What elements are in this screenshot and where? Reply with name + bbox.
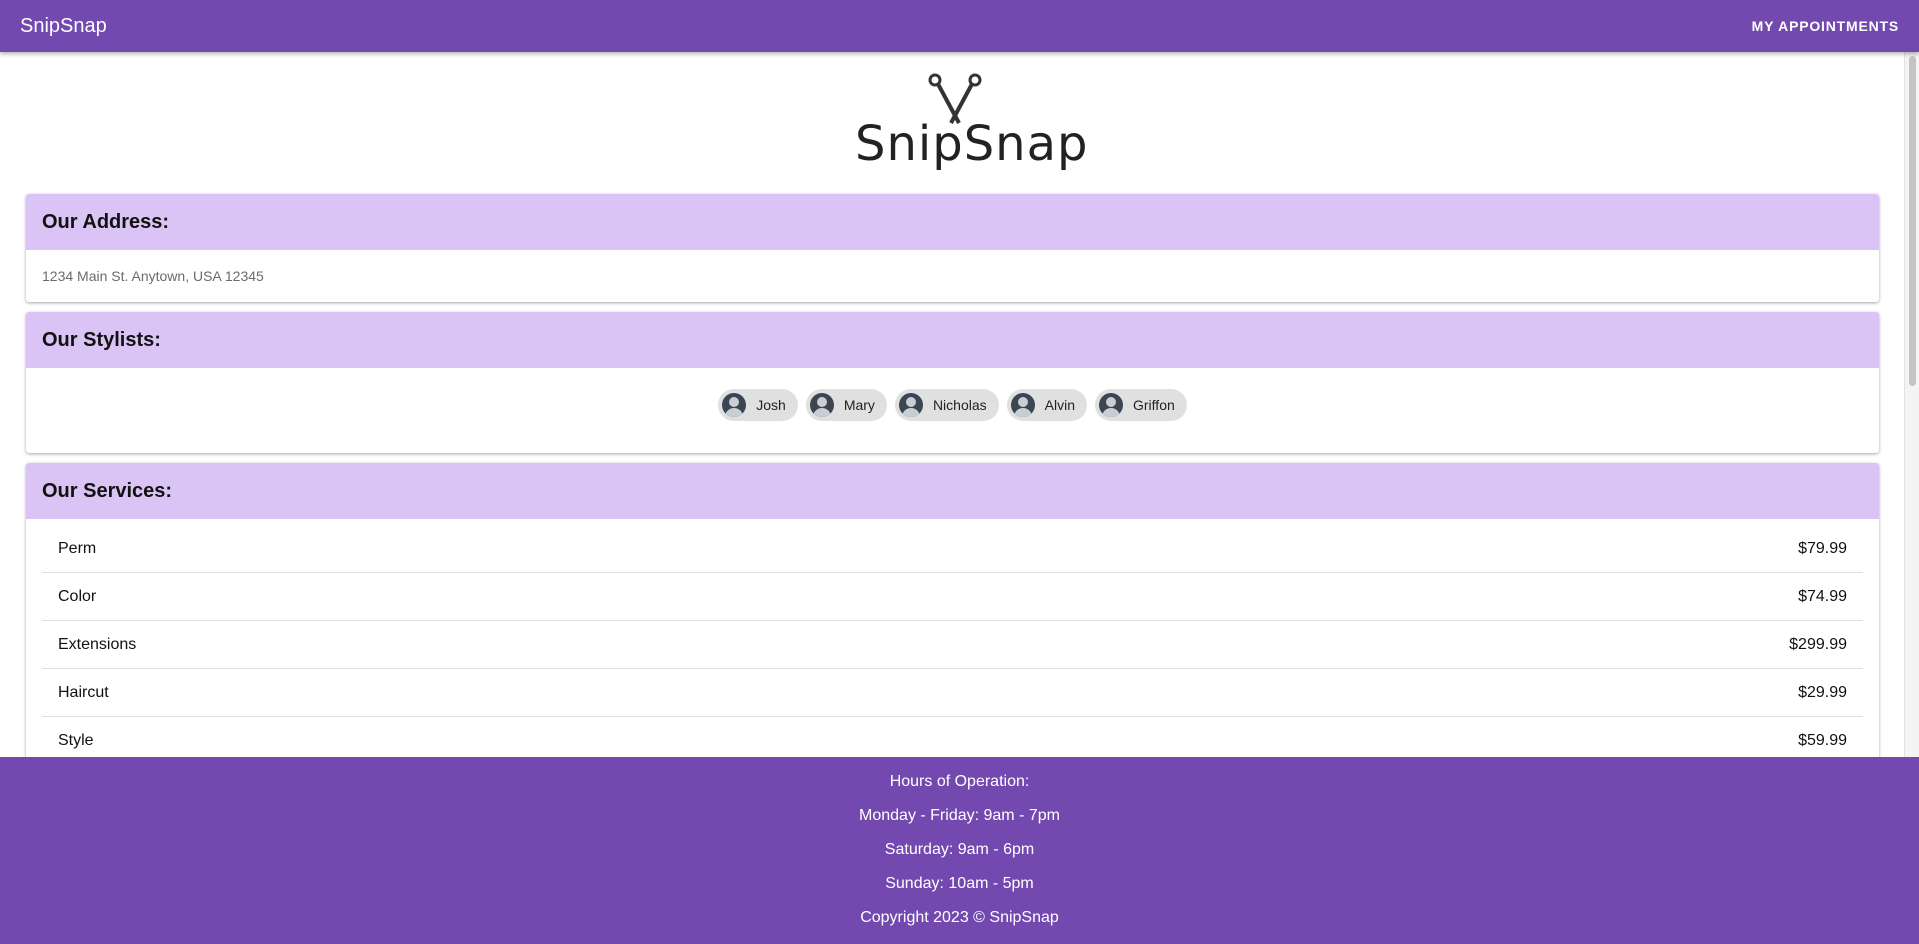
stylist-name: Alvin [1044, 397, 1075, 413]
hours-weekday: Monday - Friday: 9am - 7pm [859, 807, 1060, 824]
stylist-chip-josh[interactable]: Josh [718, 389, 798, 421]
service-row-style[interactable]: Style $59.99 [42, 717, 1863, 757]
my-appointments-button[interactable]: MY APPOINTMENTS [1752, 18, 1899, 34]
address-card: Our Address: 1234 Main St. Anytown, USA … [26, 194, 1879, 302]
brand-title[interactable]: SnipSnap [20, 15, 107, 38]
hours-title: Hours of Operation: [889, 773, 1030, 790]
services-card: Our Services: Perm $79.99 Color $74.99 E… [26, 463, 1879, 757]
address-text: 1234 Main St. Anytown, USA 12345 [42, 268, 264, 284]
stylist-chip-griffon[interactable]: Griffon [1095, 389, 1187, 421]
stylist-chip-list: Josh Mary Nicholas Alvin Griffon [26, 368, 1879, 453]
person-avatar-icon [1099, 393, 1123, 417]
person-avatar-icon [898, 393, 923, 417]
service-price: $79.99 [1798, 539, 1847, 557]
footer: Hours of Operation: Monday - Friday: 9am… [0, 757, 1919, 944]
stylist-chip-mary[interactable]: Mary [805, 389, 887, 421]
service-price: $59.99 [1798, 731, 1847, 749]
person-avatar-icon [722, 393, 747, 417]
stylists-card: Our Stylists: Josh Mary Nicholas Alvin G… [26, 312, 1879, 453]
stylist-name: Griffon [1133, 397, 1175, 413]
hours-saturday: Saturday: 9am - 6pm [884, 841, 1035, 858]
snipsnap-logo: SnipSnap [855, 68, 1089, 180]
stylists-title: Our Stylists: [26, 312, 1879, 368]
service-row-perm[interactable]: Perm $79.99 [42, 525, 1863, 573]
stylist-name: Josh [756, 397, 786, 413]
service-name: Perm [58, 539, 97, 557]
top-app-bar: SnipSnap MY APPOINTMENTS [0, 0, 1919, 52]
logo-wordmark: SnipSnap [855, 116, 1089, 172]
scrollbar-thumb[interactable] [1909, 56, 1916, 386]
service-name: Extensions [58, 635, 137, 653]
service-row-color[interactable]: Color $74.99 [42, 573, 1863, 621]
stylist-chip-alvin[interactable]: Alvin [1006, 389, 1087, 421]
person-avatar-icon [1010, 393, 1035, 417]
service-price: $29.99 [1798, 683, 1847, 701]
address-title: Our Address: [26, 194, 1879, 250]
stylist-name: Nicholas [932, 397, 987, 413]
services-title: Our Services: [26, 463, 1879, 519]
copyright: Copyright 2023 © SnipSnap [860, 909, 1059, 926]
page-scrollbar[interactable] [1904, 52, 1919, 757]
services-list: Perm $79.99 Color $74.99 Extensions $299… [26, 519, 1879, 757]
main-content: SnipSnap Our Address: 1234 Main St. Anyt… [0, 52, 1919, 757]
service-name: Color [58, 587, 97, 605]
hours-sunday: Sunday: 10am - 5pm [885, 875, 1034, 892]
service-price: $299.99 [1789, 635, 1847, 653]
service-row-haircut[interactable]: Haircut $29.99 [42, 669, 1863, 717]
stylist-chip-nicholas[interactable]: Nicholas [894, 389, 999, 421]
service-name: Haircut [58, 683, 109, 701]
service-row-extensions[interactable]: Extensions $299.99 [42, 621, 1863, 669]
service-price: $74.99 [1798, 587, 1847, 605]
stylist-name: Mary [843, 397, 875, 413]
service-name: Style [58, 731, 94, 749]
person-avatar-icon [809, 393, 834, 417]
